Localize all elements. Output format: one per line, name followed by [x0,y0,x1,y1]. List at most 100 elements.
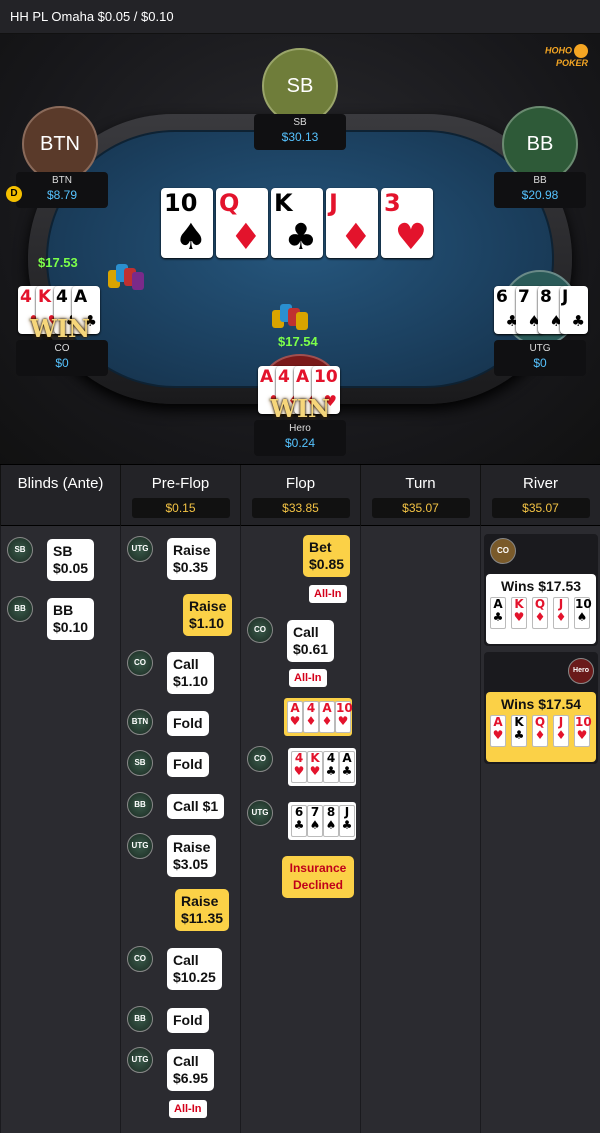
sb-stack: $30.13 [281,130,319,144]
hero-hole-cards: A ♥ 4 ♦ A ♦ 10 ♥ [284,698,353,736]
co-plate: CO $0 [16,340,108,376]
pos-badge: BB [7,596,33,622]
action-bubble: Call $10.25 [167,948,222,990]
action-bubble: Fold [167,1008,209,1033]
poker-table: HOHO POKER SB SB $30.13 BTN BTN $8.79 D B… [0,34,600,464]
playing-card: J ♦ [326,188,378,258]
action-bubble: Fold [167,711,209,736]
street-flop: Flop $33.85 [240,465,360,527]
river-column: CO Wins $17.53 A ♣ K ♥ Q ♦ J ♦ 10 ♠ Hero Wins $17… [480,526,600,1133]
flop-pot: $33.85 [251,498,350,518]
utg-hole-cards: 6 ♣ 7 ♠ 8 ♠ J ♣ [288,802,356,840]
co-win-text: Wins $17.53 [500,578,582,594]
mini-card: 6 ♣ [291,805,307,837]
sb-avatar[interactable]: SB [262,48,338,124]
co-win-banner: WIN [30,314,91,343]
table-felt [46,130,554,388]
co-result: CO Wins $17.53 A ♣ K ♥ Q ♦ J ♦ 10 ♠ [484,534,598,646]
sb-name: SB [293,117,307,128]
flop-column: Bet $0.85 All-In CO Call $0.61 All-In A ♥ 4 ♦… [240,526,360,1133]
pos-badge: SB [127,750,153,776]
dealer-button: D [6,186,22,202]
utg-name: UTG [529,343,551,354]
hoho-poker-logo: HOHO POKER [545,44,588,68]
mini-card: Q ♦ [532,597,548,629]
playing-card: 3 ♥ [381,188,433,258]
mini-card: A ♥ [287,701,303,733]
hero-win-banner: WIN [270,394,331,423]
action-bubble: Call $6.95 [167,1049,215,1091]
playing-card: 10 ♠ [161,188,213,258]
bb-avatar[interactable]: BB [502,106,578,182]
btn-stack: $8.79 [46,188,78,202]
pos-badge: BB [127,1006,153,1032]
all-in-tag: All-In [289,669,327,687]
mini-card: 4 ♣ [323,751,339,783]
mini-card: K ♥ [511,597,527,629]
sb-plate: SB $30.13 [254,114,346,150]
playing-card: K ♣ [271,188,323,258]
mini-card: 10 ♥ [574,715,592,747]
street-turn: Turn $35.07 [360,465,480,527]
street-blinds: Blinds (Ante) [0,465,120,527]
btn-avatar[interactable]: BTN [22,106,98,182]
co-name: CO [54,343,70,354]
co-hole-cards: 4 ♥ K ♥ 4 ♣ A ♣ [288,748,356,786]
pos-badge: BB [127,792,153,818]
mini-card: A ♣ [490,597,506,629]
btn-name: BTN [52,175,72,186]
bb-stack: $20.98 [521,188,559,202]
action-bubble: Bet $0.85 [303,535,351,577]
co-best-hand: A ♣ K ♥ Q ♦ J ♦ 10 ♠ [486,594,596,634]
co-bet-amount: $17.53 [38,255,78,270]
utg-stack: $0 [533,356,547,370]
action-bubble: Call $1.10 [167,652,215,694]
street-header: Blinds (Ante) Pre-Flop $0.15 Flop $33.85 T… [0,464,600,527]
hero-win-text: Wins $17.54 [500,696,582,712]
action-bubble: BB $0.10 [47,598,95,640]
hero-plate: Hero $0.24 [254,420,346,456]
mini-card: A ♣ [339,751,355,783]
btn-plate: BTN $8.79 [16,172,108,208]
action-bubble: Call $1 [167,794,225,819]
mini-card: Q ♦ [532,715,548,747]
hero-name: Hero [289,423,311,434]
co-chip-stack [108,264,148,294]
pos-badge: UTG [127,833,153,859]
mini-card: A ♥ [490,715,506,747]
title-bar: HH PL Omaha $0.05 / $0.10 [0,0,600,34]
preflop-pot: $0.15 [131,498,230,518]
hero-best-hand: A ♥ K ♣ Q ♦ J ♦ 10 ♥ [486,712,596,752]
bb-name: BB [533,175,547,186]
mini-card: J ♣ [339,805,355,837]
street-preflop: Pre-Flop $0.15 [120,465,240,527]
hero-bet-amount: $17.54 [278,334,318,349]
action-bubble: Raise $1.10 [183,594,233,636]
utg-plate: UTG $0 [494,340,586,376]
pos-badge: CO [127,946,153,972]
mini-card: A ♦ [319,701,335,733]
hero-stack: $0.24 [284,436,316,450]
mini-card: J ♦ [553,597,569,629]
playing-card: J ♣ [560,286,588,334]
pos-badge: CO [247,746,273,772]
mini-card: 7 ♠ [307,805,323,837]
co-stack: $0 [55,356,69,370]
turn-column [360,526,480,1133]
action-bubble: Raise $0.35 [167,538,217,580]
action-bubble: Raise $11.35 [175,889,230,931]
pos-badge: BTN [127,709,153,735]
bb-plate: BB $20.98 [494,172,586,208]
hero-result: Hero Wins $17.54 A ♥ K ♣ Q ♦ J ♦ 10 ♥ [484,652,598,764]
hero-chip-stack [272,304,312,334]
mini-card: K ♣ [511,715,527,747]
mini-card: 4 ♦ [303,701,319,733]
street-river: River $35.07 [480,465,600,527]
hand-title: HH PL Omaha $0.05 / $0.10 [10,9,174,24]
pos-badge: CO [127,650,153,676]
all-in-tag: All-In [309,585,347,603]
action-bubble: SB $0.05 [47,539,95,581]
pos-badge: UTG [247,800,273,826]
mini-card: 10 ♥ [335,701,353,733]
turn-pot: $35.07 [371,498,470,518]
